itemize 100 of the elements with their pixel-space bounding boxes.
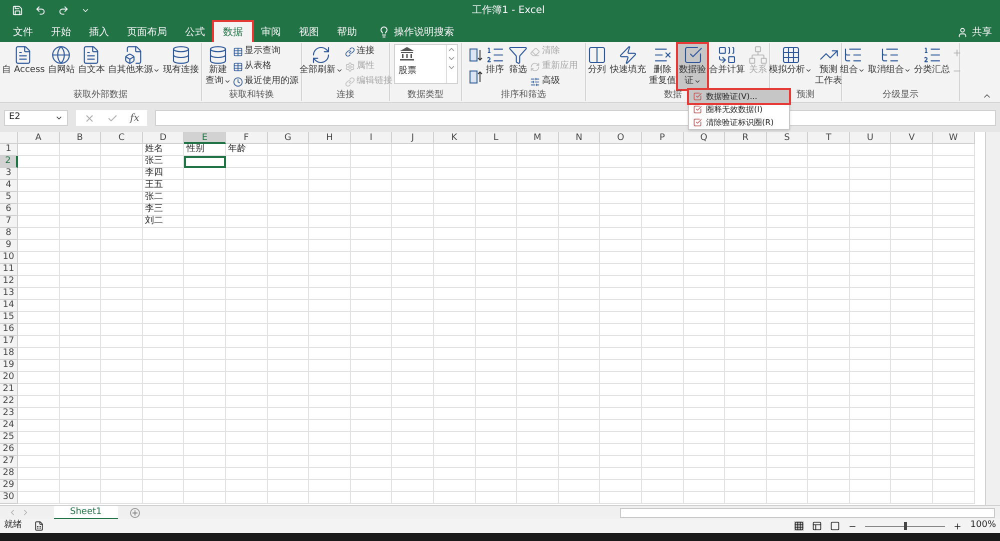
gallery-item[interactable]: 股票 <box>398 65 442 78</box>
column-header[interactable]: P <box>642 132 684 144</box>
row-header[interactable]: 22 <box>0 396 18 408</box>
row-header[interactable]: 21 <box>0 384 18 396</box>
ribbon-tab[interactable]: 页面布局 <box>118 22 176 42</box>
ribbon-button[interactable]: 自 Access <box>1 44 46 89</box>
menu-item[interactable]: 数据验证(V)... <box>689 90 789 103</box>
sort-ascending-icon[interactable] <box>469 48 483 62</box>
ribbon-button[interactable]: 数据验 证 <box>678 44 707 89</box>
row-header[interactable]: 20 <box>0 372 18 384</box>
scroll-down-icon[interactable] <box>447 54 456 63</box>
column-header[interactable]: G <box>268 132 310 144</box>
ribbon-tab[interactable]: 插入 <box>80 22 118 42</box>
row-header[interactable]: 2 <box>0 156 18 168</box>
column-header[interactable]: R <box>725 132 767 144</box>
ribbon-button[interactable]: 筛选 <box>507 44 529 89</box>
row-header[interactable]: 13 <box>0 288 18 300</box>
column-header[interactable]: V <box>891 132 934 144</box>
ribbon-button[interactable]: 自文本 <box>76 44 106 89</box>
row-header[interactable]: 1 <box>0 144 18 156</box>
tell-me-field[interactable]: 操作说明搜索 <box>394 24 454 40</box>
column-header[interactable]: K <box>434 132 476 144</box>
row-header[interactable]: 7 <box>0 216 18 228</box>
ribbon-button[interactable]: 快速填充 <box>609 44 647 89</box>
ribbon-tab[interactable]: 文件 <box>4 22 42 42</box>
ribbon-button[interactable]: 高级 <box>530 75 578 89</box>
ribbon-tab[interactable]: 公式 <box>176 22 214 42</box>
zoom-slider-thumb[interactable] <box>904 522 908 530</box>
ribbon-button[interactable]: 显示查询 <box>232 45 298 59</box>
macro-record-icon[interactable] <box>34 521 44 531</box>
ribbon-button[interactable]: 取消组合 <box>867 44 912 89</box>
ribbon-button[interactable]: 模拟分析 <box>768 44 813 89</box>
share-button[interactable]: 共享 <box>957 22 992 42</box>
row-header[interactable]: 17 <box>0 336 18 348</box>
ribbon-button[interactable]: 合并计算 <box>708 44 746 89</box>
zoom-in-icon[interactable] <box>953 522 962 530</box>
column-header[interactable]: L <box>476 132 518 144</box>
sort-descending-icon[interactable] <box>469 70 483 84</box>
more-icon[interactable] <box>447 63 456 72</box>
row-header[interactable]: 4 <box>0 180 18 192</box>
row-header[interactable]: 28 <box>0 468 18 480</box>
ribbon-button[interactable]: 分列 <box>586 44 608 89</box>
ribbon-tab[interactable]: 帮助 <box>328 22 366 42</box>
row-header[interactable]: 30 <box>0 492 18 504</box>
vertical-scrollbar[interactable] <box>985 132 1000 505</box>
ribbon-button[interactable]: 现有连接 <box>162 44 200 89</box>
column-header[interactable]: J <box>392 132 434 144</box>
row-header[interactable]: 5 <box>0 192 18 204</box>
row-header[interactable]: 19 <box>0 360 18 372</box>
sheet-tab[interactable]: Sheet1 <box>54 506 118 520</box>
column-header[interactable]: N <box>558 132 600 144</box>
data-type-gallery[interactable]: 股票 <box>394 44 458 84</box>
row-header[interactable]: 18 <box>0 348 18 360</box>
row-header[interactable]: 16 <box>0 324 18 336</box>
ribbon-tab[interactable]: 审阅 <box>252 22 290 42</box>
column-header[interactable]: M <box>517 132 559 144</box>
ribbon-button[interactable]: 连接 <box>344 45 392 59</box>
ribbon-button[interactable]: 自其他来源 <box>106 44 161 89</box>
scroll-up-icon[interactable] <box>447 45 456 54</box>
ribbon-button[interactable]: 分类汇总 <box>913 44 951 89</box>
column-header[interactable]: H <box>309 132 351 144</box>
row-header[interactable]: 8 <box>0 228 18 240</box>
row-header[interactable]: 6 <box>0 204 18 216</box>
normal-view-icon[interactable] <box>794 521 804 531</box>
zoom-slider[interactable] <box>865 522 946 530</box>
save-icon[interactable] <box>12 4 23 16</box>
name-box[interactable]: E2 <box>4 110 68 126</box>
row-header[interactable]: 12 <box>0 276 18 288</box>
column-header[interactable]: C <box>101 132 143 144</box>
row-header[interactable]: 26 <box>0 444 18 456</box>
column-header[interactable]: S <box>766 132 808 144</box>
row-header[interactable]: 9 <box>0 240 18 252</box>
row-header[interactable]: 24 <box>0 420 18 432</box>
column-header[interactable]: Q <box>684 132 726 144</box>
column-header[interactable]: B <box>60 132 102 144</box>
ribbon-button[interactable]: 删除 重复值 <box>648 44 677 89</box>
column-header[interactable]: A <box>18 132 60 144</box>
column-header[interactable]: W <box>933 132 975 144</box>
column-header[interactable]: O <box>600 132 642 144</box>
add-sheet-icon[interactable] <box>130 508 140 518</box>
column-header[interactable]: I <box>350 132 392 144</box>
ribbon-button[interactable]: 最近使用的源 <box>232 75 298 89</box>
redo-icon[interactable] <box>58 4 69 16</box>
column-header[interactable]: U <box>850 132 892 144</box>
menu-item[interactable]: 清除验证标识圈(R) <box>689 116 789 129</box>
page-layout-icon[interactable] <box>812 521 822 531</box>
ribbon-tab[interactable]: 开始 <box>42 22 80 42</box>
ribbon-button[interactable]: 排序 <box>484 44 506 89</box>
ribbon-tab[interactable]: 数据 <box>214 22 252 42</box>
ribbon-tab[interactable]: 视图 <box>290 22 328 42</box>
row-header[interactable]: 15 <box>0 312 18 324</box>
undo-icon[interactable] <box>35 4 46 16</box>
horizontal-scrollbar[interactable] <box>620 508 995 518</box>
row-header[interactable]: 10 <box>0 252 18 264</box>
ribbon-button[interactable]: 自网站 <box>46 44 76 89</box>
column-header[interactable]: F <box>226 132 268 144</box>
row-header[interactable]: 29 <box>0 480 18 492</box>
menu-item[interactable]: 圈释无效数据(I) <box>689 103 789 116</box>
column-header[interactable]: E <box>184 132 226 144</box>
row-header[interactable]: 14 <box>0 300 18 312</box>
